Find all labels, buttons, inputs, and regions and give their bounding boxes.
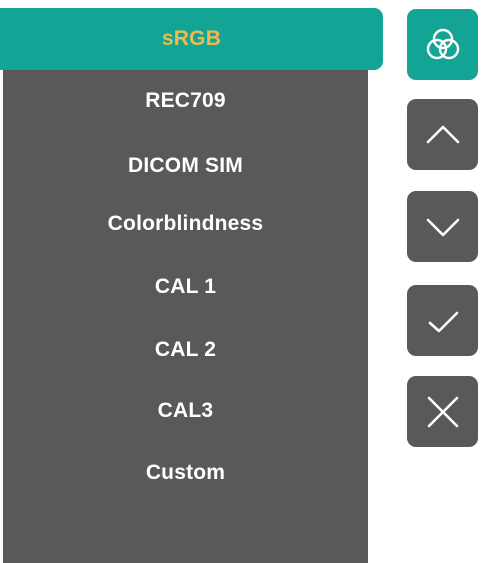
menu-item-custom[interactable]: Custom bbox=[3, 448, 368, 498]
chevron-down-icon bbox=[426, 218, 459, 236]
menu-item-cal3[interactable]: CAL3 bbox=[3, 386, 368, 436]
menu-item-label: CAL 2 bbox=[154, 338, 217, 361]
close-icon bbox=[427, 396, 458, 427]
color-mode-button[interactable] bbox=[407, 9, 478, 80]
menu-item-label: sRGB bbox=[161, 27, 222, 50]
menu-item-cal-2[interactable]: CAL 2 bbox=[3, 325, 368, 375]
menu-item-label: Custom bbox=[145, 461, 226, 484]
menu-item-label: CAL3 bbox=[157, 399, 214, 422]
menu-item-label: CAL 1 bbox=[154, 275, 217, 298]
checkmark-icon bbox=[428, 311, 458, 332]
up-button[interactable] bbox=[407, 99, 478, 170]
menu-item-srgb[interactable]: sRGB bbox=[0, 8, 383, 70]
menu-item-rec709[interactable]: REC709 bbox=[3, 76, 368, 126]
menu-item-label: Colorblindness bbox=[107, 212, 264, 235]
close-button[interactable] bbox=[407, 376, 478, 447]
color-mode-menu: sRGB REC709 DICOM SIM Colorblindness CAL… bbox=[0, 8, 383, 563]
menu-item-cal-1[interactable]: CAL 1 bbox=[3, 262, 368, 312]
menu-item-colorblindness[interactable]: Colorblindness bbox=[3, 199, 368, 249]
color-circles-icon bbox=[426, 28, 459, 59]
menu-item-label: DICOM SIM bbox=[128, 154, 243, 177]
chevron-up-icon bbox=[426, 125, 459, 143]
down-button[interactable] bbox=[407, 191, 478, 262]
menu-item-dicom-sim[interactable]: DICOM SIM bbox=[3, 141, 368, 191]
menu-item-label: REC709 bbox=[145, 89, 226, 112]
confirm-button[interactable] bbox=[407, 285, 478, 356]
